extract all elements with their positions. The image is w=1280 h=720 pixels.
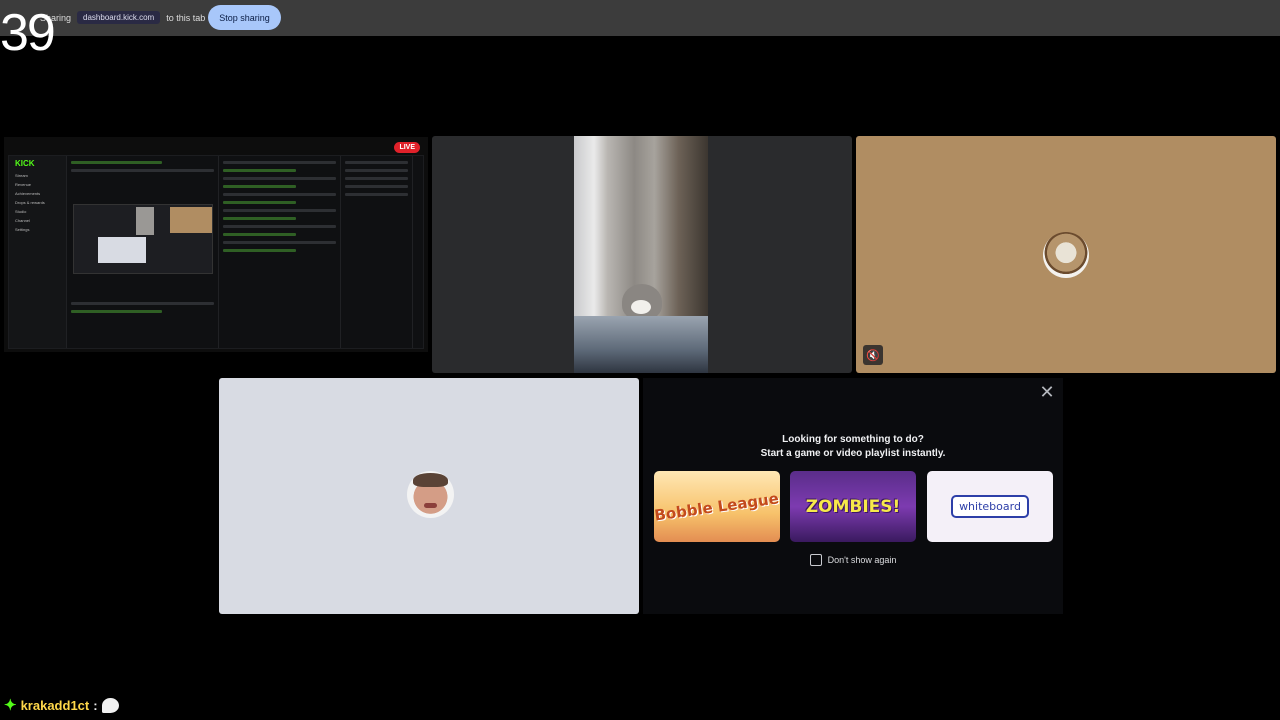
screen-share-tile[interactable]: LIVE KICK Stream Revenue Achievements Dr… — [4, 137, 428, 352]
nav-item: Achievements — [15, 191, 41, 196]
nav-item: Channel — [15, 218, 30, 223]
kick-sidebar: KICK Stream Revenue Achievements Drops &… — [9, 156, 67, 348]
cat-face — [631, 300, 651, 314]
placeholder-line — [223, 169, 296, 172]
meerkat-avatar — [1043, 232, 1089, 278]
placeholder-line — [223, 241, 336, 244]
kick-logo: KICK — [15, 159, 35, 168]
zombies-card[interactable]: ZOMBIES! — [790, 471, 916, 542]
nav-item: Studio — [15, 209, 27, 214]
placeholder-line — [223, 249, 296, 252]
avatar-hair — [413, 473, 448, 487]
participant-tile-meerkat[interactable]: 🔇 — [856, 136, 1276, 373]
chat-separator: : — [93, 697, 98, 713]
dont-show-again[interactable]: Don't show again — [643, 554, 1063, 566]
close-icon[interactable]: ✕ — [1037, 382, 1057, 402]
user-avatar — [407, 471, 454, 518]
dont-show-label: Don't show again — [827, 555, 897, 565]
placeholder-line — [345, 193, 408, 196]
chat-column — [219, 156, 341, 348]
mic-muted-icon: 🔇 — [863, 345, 883, 365]
nav-item: Stream — [15, 173, 28, 178]
live-badge: LIVE — [394, 142, 420, 153]
speech-bubble-icon — [101, 697, 119, 713]
chat-username: krakadd1ct — [20, 697, 90, 713]
whiteboard-card[interactable]: whiteboard — [927, 471, 1053, 542]
stream-info-column — [67, 156, 219, 348]
shared-domain: dashboard.kick.com — [77, 11, 161, 24]
sharing-notice: Sharing dashboard.kick.com to this tab — [40, 11, 205, 24]
placeholder-line — [223, 161, 336, 164]
placeholder-line — [71, 310, 162, 313]
sharing-suffix: to this tab — [166, 12, 206, 23]
bobble-league-card[interactable]: Bobble League — [654, 471, 780, 542]
nav-item: Revenue — [15, 182, 32, 187]
stop-sharing-button[interactable]: Stop sharing — [208, 5, 281, 30]
cat-video-feed — [574, 136, 708, 373]
placeholder-line — [223, 177, 336, 180]
placeholder-line — [223, 193, 336, 196]
game-title: Bobble League — [654, 488, 780, 525]
placeholder-line — [223, 201, 296, 204]
nav-item: Drops & rewards — [15, 200, 45, 205]
placeholder-line — [223, 217, 296, 220]
placeholder-line — [223, 225, 336, 228]
placeholder-line — [71, 302, 214, 305]
promo-subtitle: Start a game or video playlist instantly… — [760, 448, 946, 459]
placeholder-line — [223, 209, 336, 212]
kick-dashboard-preview: KICK Stream Revenue Achievements Drops &… — [8, 155, 424, 349]
placeholder-line — [223, 233, 296, 236]
chat-message: ✦ krakadd1ct : — [4, 696, 119, 714]
placeholder-line — [345, 169, 408, 172]
game-title: whiteboard — [951, 495, 1029, 518]
avatar-mouth — [424, 503, 437, 508]
placeholder-line — [71, 169, 214, 172]
mini-stream-preview — [73, 204, 213, 274]
sparkle-icon: ✦ — [4, 697, 17, 714]
placeholder-line — [345, 185, 408, 188]
placeholder-line — [345, 177, 408, 180]
placeholder-line — [223, 185, 296, 188]
placeholder-line — [345, 161, 408, 164]
participant-tile-man[interactable] — [219, 378, 639, 614]
game-title: ZOMBIES! — [805, 496, 901, 517]
screen-share-bar: Sharing dashboard.kick.com to this tab S… — [0, 0, 1280, 36]
dont-show-checkbox[interactable] — [809, 554, 822, 566]
promo-title: Looking for something to do? — [782, 434, 924, 445]
quick-actions-column — [341, 156, 413, 348]
camera-tile-cat[interactable] — [432, 136, 852, 373]
activity-promo-panel: ✕ Looking for something to do? Start a g… — [643, 378, 1063, 614]
overlay-counter: 39 — [0, 4, 56, 62]
blanket — [574, 316, 708, 373]
placeholder-line — [71, 161, 162, 164]
nav-item: Settings — [15, 227, 30, 232]
